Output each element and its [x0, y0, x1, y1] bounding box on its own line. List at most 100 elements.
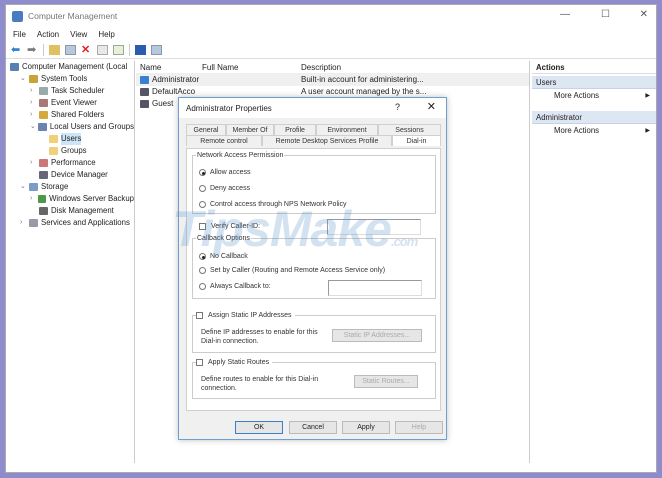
deny-access-radio[interactable]: Deny access — [199, 185, 250, 192]
column-header-description[interactable]: Description — [301, 61, 529, 73]
tab-sessions[interactable]: Sessions — [378, 124, 441, 135]
static-routes-button[interactable]: Static Routes... — [354, 375, 418, 388]
menu-action[interactable]: Action — [37, 30, 59, 39]
tree-node-icon — [49, 135, 58, 143]
tab-member-of[interactable]: Member Of — [226, 124, 274, 135]
close-button[interactable]: ✕ — [640, 9, 648, 20]
tab-remote-control[interactable]: Remote control — [186, 135, 262, 146]
tree-item[interactable]: › Shared Folders — [8, 109, 134, 121]
tree-item[interactable]: ⌄ System Tools — [8, 73, 134, 85]
tree-item[interactable]: › Windows Server Backup — [8, 193, 134, 205]
help-button[interactable]: ? — [395, 102, 400, 112]
help-dialog-button[interactable]: Help — [395, 421, 443, 434]
apply-static-routes-checkbox[interactable]: Apply Static Routes — [196, 359, 273, 366]
chevron-right-icon[interactable]: › — [30, 97, 39, 109]
tree-item[interactable]: › Services and Applications — [8, 217, 134, 229]
tree-node-icon — [39, 159, 48, 167]
title-bar: Computer Management — ☐ ✕ — [6, 5, 656, 27]
chevron-right-icon[interactable]: › — [30, 193, 38, 205]
chevron-right-icon[interactable]: › — [30, 157, 39, 169]
export-list-icon[interactable] — [113, 44, 124, 55]
tree-item[interactable]: › Performance — [8, 157, 134, 169]
tree-item[interactable]: › Task Scheduler — [8, 85, 134, 97]
callback-number-input[interactable] — [328, 280, 422, 296]
chevron-right-icon[interactable]: › — [20, 217, 29, 229]
tree-item[interactable]: ⌄ Storage — [8, 181, 134, 193]
forward-icon[interactable]: ➡ — [27, 44, 38, 55]
assign-static-ip-checkbox[interactable]: Assign Static IP Addresses — [196, 312, 295, 319]
static-ip-addresses-button[interactable]: Static IP Addresses... — [332, 329, 422, 342]
tree-node-icon — [49, 147, 58, 155]
network-access-permission-label: Network Access Permission — [197, 152, 284, 159]
static-routes-description: Define routes to enable for this Dial-in… — [201, 376, 319, 392]
user-full-name — [202, 74, 301, 86]
delete-icon[interactable]: ✕ — [81, 44, 92, 55]
chevron-right-icon[interactable]: › — [30, 85, 39, 97]
tab-profile[interactable]: Profile — [274, 124, 316, 135]
maximize-button[interactable]: ☐ — [601, 9, 610, 20]
tree-item[interactable]: Computer Management (Local — [8, 61, 134, 73]
nps-policy-radio[interactable]: Control access through NPS Network Polic… — [199, 201, 347, 208]
set-by-caller-radio[interactable]: Set by Caller (Routing and Remote Access… — [199, 267, 385, 274]
verify-caller-id-checkbox[interactable]: Verify Caller-ID: — [199, 223, 260, 230]
help-icon[interactable] — [135, 44, 146, 55]
show-hide-tree-icon[interactable] — [65, 44, 76, 55]
user-icon — [140, 76, 149, 84]
tree-item-label: Windows Server Backup — [49, 194, 134, 203]
apply-button[interactable]: Apply — [342, 421, 390, 434]
chevron-down-icon[interactable]: ⌄ — [20, 181, 29, 193]
actions-header: Actions — [532, 61, 656, 74]
tree-item[interactable]: › Event Viewer — [8, 97, 134, 109]
tab-strip: General Member Of Profile Environment Se… — [186, 124, 441, 146]
tab-dial-in[interactable]: Dial-in — [392, 135, 441, 146]
properties-icon[interactable] — [97, 44, 108, 55]
menu-file[interactable]: File — [13, 30, 26, 39]
dialog-close-button[interactable]: ✕ — [427, 100, 436, 113]
tree-item[interactable]: Disk Management — [8, 205, 134, 217]
actions-pane: Actions Users More Actions Administrator… — [532, 61, 656, 463]
toolbar: ⬅ ➡ ✕ — [6, 41, 656, 59]
actions-section-users[interactable]: Users — [532, 76, 656, 89]
more-actions-users[interactable]: More Actions — [532, 89, 656, 103]
chevron-down-icon[interactable]: ⌄ — [30, 121, 38, 133]
window-title: Computer Management — [28, 11, 118, 21]
menu-view[interactable]: View — [70, 30, 87, 39]
allow-access-radio[interactable]: Allow access — [199, 169, 250, 176]
caller-id-input[interactable] — [327, 219, 421, 235]
tab-environment[interactable]: Environment — [316, 124, 378, 135]
chevron-down-icon[interactable]: ⌄ — [20, 73, 29, 85]
minimize-button[interactable]: — — [560, 9, 570, 20]
tree-node-icon — [39, 87, 48, 95]
user-name: Administrator — [152, 75, 200, 84]
toolbar-separator — [129, 43, 130, 56]
column-header-full-name[interactable]: Full Name — [202, 61, 301, 73]
actions-section-administrator[interactable]: Administrator — [532, 111, 656, 124]
chevron-right-icon[interactable]: › — [30, 109, 39, 121]
tree-item-label: Task Scheduler — [51, 86, 105, 95]
tree-item-label: Local Users and Groups — [49, 122, 134, 131]
more-actions-administrator[interactable]: More Actions — [532, 124, 656, 138]
tree-item-label: Computer Management (Local — [22, 62, 128, 71]
no-callback-radio[interactable]: No Callback — [199, 253, 248, 260]
tree-item[interactable]: ⌄ Local Users and Groups — [8, 121, 134, 133]
table-row[interactable]: Administrator Built-in account for admini… — [136, 74, 529, 86]
tree-item[interactable]: Users — [8, 133, 134, 145]
list-header: Name Full Name Description — [136, 61, 529, 74]
back-icon[interactable]: ⬅ — [11, 44, 22, 55]
tree-item[interactable]: Device Manager — [8, 169, 134, 181]
tree-item-label: Shared Folders — [51, 110, 105, 119]
tab-remote-desktop-services-profile[interactable]: Remote Desktop Services Profile — [262, 135, 392, 146]
ok-button[interactable]: OK — [235, 421, 283, 434]
up-folder-icon[interactable] — [49, 44, 60, 55]
always-callback-radio[interactable]: Always Callback to: — [199, 283, 271, 290]
tab-general[interactable]: General — [186, 124, 226, 135]
tree-item[interactable]: Groups — [8, 145, 134, 157]
menu-help[interactable]: Help — [98, 30, 114, 39]
action-pane-icon[interactable] — [151, 44, 162, 55]
menu-bar: File Action View Help — [6, 27, 656, 41]
cancel-button[interactable]: Cancel — [289, 421, 337, 434]
tree-node-icon — [39, 99, 48, 107]
tree-item-label: Groups — [61, 146, 87, 155]
callback-options-label: Callback Options — [197, 235, 250, 242]
column-header-name[interactable]: Name — [136, 61, 202, 73]
